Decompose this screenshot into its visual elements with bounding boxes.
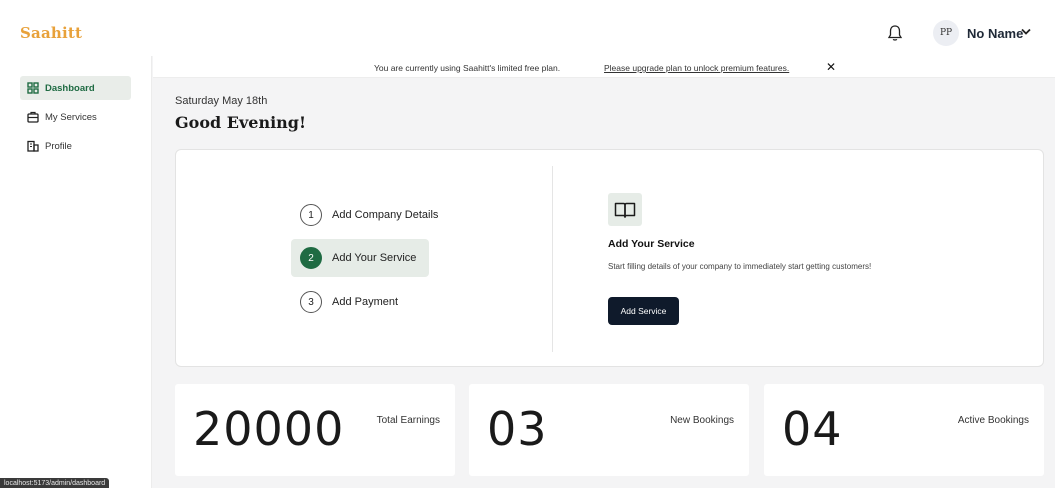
step-number: 3 (300, 291, 322, 313)
step-number: 1 (300, 204, 322, 226)
sidebar: Dashboard My Services Profile (0, 56, 152, 488)
chevron-down-icon[interactable] (1021, 28, 1031, 36)
stat-label: New Bookings (670, 415, 734, 426)
card-divider (552, 166, 553, 352)
onboarding-card: 1 Add Company Details 2 Add Your Service… (175, 149, 1044, 367)
step-label: Add Company Details (332, 209, 439, 221)
building-icon (27, 140, 39, 152)
stat-card-total-earnings: 20000 Total Earnings (175, 384, 455, 476)
step-number: 2 (300, 247, 322, 269)
stat-value: 03 (487, 402, 548, 456)
stat-card-new-bookings: 03 New Bookings (469, 384, 749, 476)
briefcase-icon (27, 111, 39, 123)
user-name[interactable]: No Name (967, 26, 1023, 41)
stat-label: Active Bookings (957, 415, 1029, 426)
banner-message: You are currently using Saahitt's limite… (374, 63, 561, 73)
notification-bell-icon[interactable] (887, 24, 903, 42)
service-description: Start filling details of your company to… (608, 262, 872, 271)
sidebar-item-profile[interactable]: Profile (20, 134, 131, 158)
onboarding-step-company-details[interactable]: 1 Add Company Details (291, 196, 438, 234)
status-bar-url: localhost:5173/admin/dashboard (0, 478, 110, 488)
stat-card-active-bookings: 04 Active Bookings (764, 384, 1044, 476)
current-date: Saturday May 18th (175, 95, 268, 107)
grid-icon (27, 82, 39, 94)
brand-logo[interactable]: Saahitt (20, 24, 82, 42)
sidebar-item-dashboard[interactable]: Dashboard (20, 76, 131, 100)
upgrade-link[interactable]: Please upgrade plan to unlock premium fe… (604, 63, 789, 73)
stat-value: 20000 (193, 402, 345, 456)
sidebar-item-label: My Services (45, 111, 97, 123)
close-icon[interactable]: ✕ (826, 60, 836, 74)
add-service-button[interactable]: Add Service (608, 297, 679, 325)
sidebar-item-label: Dashboard (45, 82, 95, 94)
plan-banner: You are currently using Saahitt's limite… (153, 56, 1055, 78)
stat-value: 04 (782, 402, 843, 456)
step-label: Add Your Service (332, 252, 417, 264)
stat-label: Total Earnings (376, 415, 440, 426)
step-label: Add Payment (332, 296, 399, 308)
book-icon (608, 193, 642, 226)
top-header: Saahitt PP No Name (0, 0, 1055, 56)
avatar[interactable]: PP (933, 20, 959, 46)
service-title: Add Your Service (608, 238, 695, 250)
onboarding-step-add-service[interactable]: 2 Add Your Service (291, 239, 429, 277)
sidebar-item-label: Profile (45, 140, 72, 152)
page-title: Good Evening! (175, 113, 306, 132)
sidebar-item-my-services[interactable]: My Services (20, 105, 131, 129)
onboarding-step-add-payment[interactable]: 3 Add Payment (291, 283, 398, 321)
